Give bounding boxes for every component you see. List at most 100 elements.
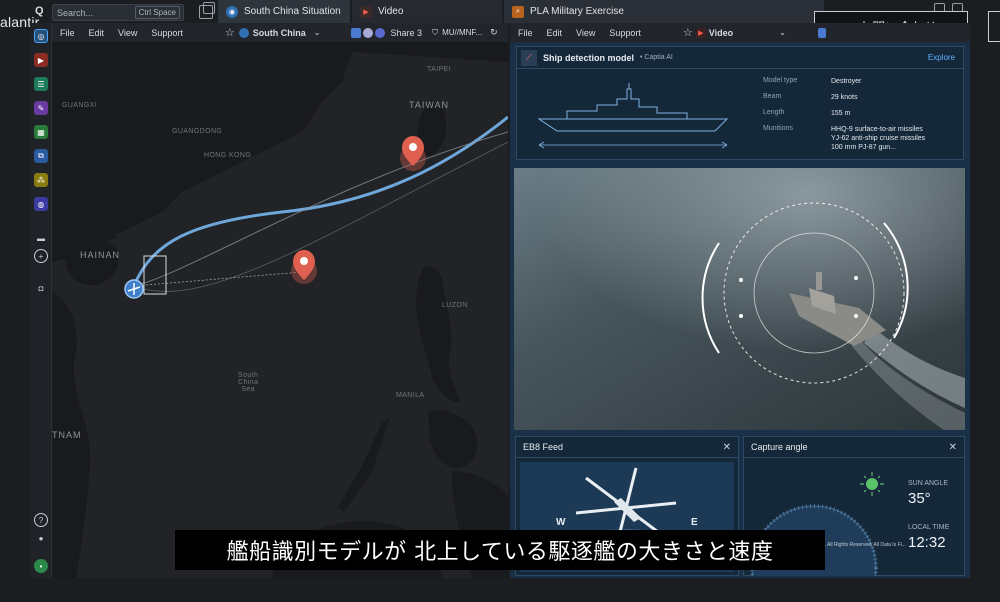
graph-nav-icon[interactable]: ⧉ — [34, 149, 48, 163]
video-nav-icon[interactable]: ▶ — [34, 53, 48, 67]
globe-nav-icon[interactable]: ◎ — [34, 29, 48, 43]
left-rail: ◎ ▶ ☰ ✎ ▦ ⧉ ⁂ ◍ ▬ + ◘ ? ● • — [30, 23, 52, 578]
model-icon: ⟋ — [521, 49, 537, 66]
ship-detection-card: ⟋ Ship detection model • Captia AI Explo… — [516, 46, 964, 160]
add-icon[interactable]: + — [34, 249, 48, 263]
map-label-luzon: LUZON — [442, 302, 468, 309]
spec-value: 155 m — [831, 110, 851, 117]
network-nav-icon[interactable]: ⁂ — [34, 173, 48, 187]
menu-support[interactable]: Support — [151, 28, 183, 38]
menu-view[interactable]: View — [576, 28, 595, 38]
feed-title: Capture angle — [751, 442, 808, 452]
map-globe-icon — [238, 27, 249, 38]
ship-card-title: Ship detection model — [543, 52, 635, 63]
menu-edit[interactable]: Edit — [89, 28, 105, 38]
search-shortcut: Ctrl Space — [134, 6, 180, 19]
map-view[interactable]: TAIPEI TAIWAN GUANGXI GUANGDONG HONG KON… — [52, 42, 508, 578]
map-label-guangxi: GUANGXI — [62, 102, 98, 109]
sun-angle-label: SUN ANGLE — [908, 480, 949, 487]
feed-header: EB8 Feed ✕ — [516, 437, 738, 458]
table-nav-icon[interactable]: ▦ — [34, 125, 48, 139]
close-icon[interactable]: ✕ — [723, 442, 731, 453]
map-canvas — [52, 42, 508, 578]
map-label-south-china-sea: South China Sea — [238, 372, 259, 393]
aerial-video-frame[interactable] — [514, 168, 965, 430]
close-icon[interactable]: ✕ — [949, 442, 957, 453]
map-label-taiwan: TAIWAN — [409, 100, 449, 110]
feed-header: Capture angle ✕ — [744, 437, 964, 458]
tab-label: PLA Military Exercise — [530, 6, 624, 17]
screen: alantir Q Search... Ctrl Space ◉ South C… — [0, 0, 1000, 602]
classification-label[interactable]: MU//MNF... — [442, 28, 482, 37]
presence-avatar-3 — [374, 27, 385, 38]
video-name[interactable]: Video — [709, 28, 733, 38]
spec-key: Length — [763, 109, 785, 116]
chevron-down-icon[interactable]: ⌄ — [779, 28, 786, 37]
chevron-down-icon[interactable]: ⌄ — [314, 28, 321, 37]
help-icon[interactable]: ? — [34, 513, 48, 527]
menu-view[interactable]: View — [118, 28, 137, 38]
compass-east: E — [691, 517, 698, 528]
menu-support[interactable]: Support — [609, 28, 641, 38]
sun-icon — [866, 478, 878, 490]
search-placeholder: Search... — [57, 8, 94, 18]
menu-file[interactable]: File — [518, 28, 533, 38]
video-canvas — [514, 168, 965, 430]
tab-south-china-situation[interactable]: ◉ South China Situation — [218, 0, 350, 23]
play-icon: ▶ — [695, 27, 706, 38]
compass-west: W — [556, 517, 566, 528]
copyright-text: s. All Rights Reserved. All Data Is Fi..… — [822, 542, 906, 548]
spec-key: Munitions — [763, 125, 793, 132]
local-time-value: 12:32 — [908, 534, 946, 551]
ship-card-header: ⟋ Ship detection model • Captia AI Explo… — [517, 47, 963, 69]
menu-edit[interactable]: Edit — [547, 28, 563, 38]
ship-card-source: • Captia AI — [640, 54, 673, 61]
refresh-icon[interactable]: ↻ — [490, 27, 498, 38]
folder-icon[interactable]: ▬ — [34, 231, 48, 245]
corner-button[interactable] — [988, 11, 1000, 42]
map-menubar: File Edit View Support ☆ South China ⌄ S… — [52, 23, 508, 42]
tab-pla-military-exercise[interactable]: ⌕ PLA Military Exercise — [504, 0, 824, 23]
local-time-label: LOCAL TIME — [908, 524, 950, 531]
ship-outline-icon — [537, 83, 729, 149]
presence-avatar — [817, 27, 826, 38]
pen-nav-icon[interactable]: ✎ — [34, 101, 48, 115]
map-label-guangdong: GUANGDONG — [172, 128, 223, 135]
explore-link[interactable]: Explore — [928, 53, 955, 62]
globe-icon: ◉ — [226, 5, 238, 18]
list-nav-icon[interactable]: ☰ — [34, 77, 48, 91]
search-icon: ⌕ — [512, 5, 524, 18]
star-icon[interactable]: ☆ — [225, 26, 235, 39]
menu-file[interactable]: File — [60, 28, 75, 38]
tab-video[interactable]: ▶ Video — [352, 0, 502, 23]
user-icon[interactable]: ● — [34, 531, 48, 545]
globe-dark-nav-icon[interactable]: ◍ — [34, 197, 48, 211]
map-label-manila: MANILA — [396, 392, 425, 399]
map-label-taipei: TAIPEI — [427, 66, 452, 73]
share-button[interactable]: Share 3 — [391, 28, 423, 38]
presence-avatar-1 — [350, 27, 361, 38]
ship-specs: Model type Destroyer Beam 29 knots Lengt… — [763, 77, 963, 157]
shield-icon: ⛉ — [432, 27, 439, 37]
palantir-logo-icon[interactable]: Q — [35, 5, 47, 19]
spec-value: HHQ-9 surface-to-air missiles YJ-62 anti… — [831, 126, 926, 151]
spec-value: 29 knots — [831, 94, 858, 101]
spec-key: Model type — [763, 77, 798, 84]
search-input[interactable]: Search... Ctrl Space — [52, 4, 184, 21]
star-icon[interactable]: ☆ — [683, 26, 693, 39]
video-menubar: File Edit View Support ☆ ▶ Video ⌄ — [510, 23, 970, 42]
map-label-vietnam: TNAM — [52, 430, 82, 440]
spec-key: Beam — [763, 93, 782, 100]
spec-value: Destroyer — [831, 78, 862, 85]
tab-label: Video — [378, 6, 404, 17]
map-name[interactable]: South China — [253, 28, 306, 38]
presence-avatar-2 — [362, 27, 373, 38]
feed-title: EB8 Feed — [523, 442, 564, 452]
map-label-hainan: HAINAN — [80, 250, 121, 260]
sun-angle-value: 35° — [908, 490, 931, 507]
tab-label: South China Situation — [244, 6, 341, 17]
window-switch-icon[interactable] — [199, 2, 215, 19]
video-subtitle: 艦船識別モデルが 北上している駆逐艦の大きさと速度 — [175, 530, 825, 570]
camera-icon[interactable]: ◘ — [34, 281, 48, 295]
status-icon[interactable]: • — [34, 559, 48, 573]
